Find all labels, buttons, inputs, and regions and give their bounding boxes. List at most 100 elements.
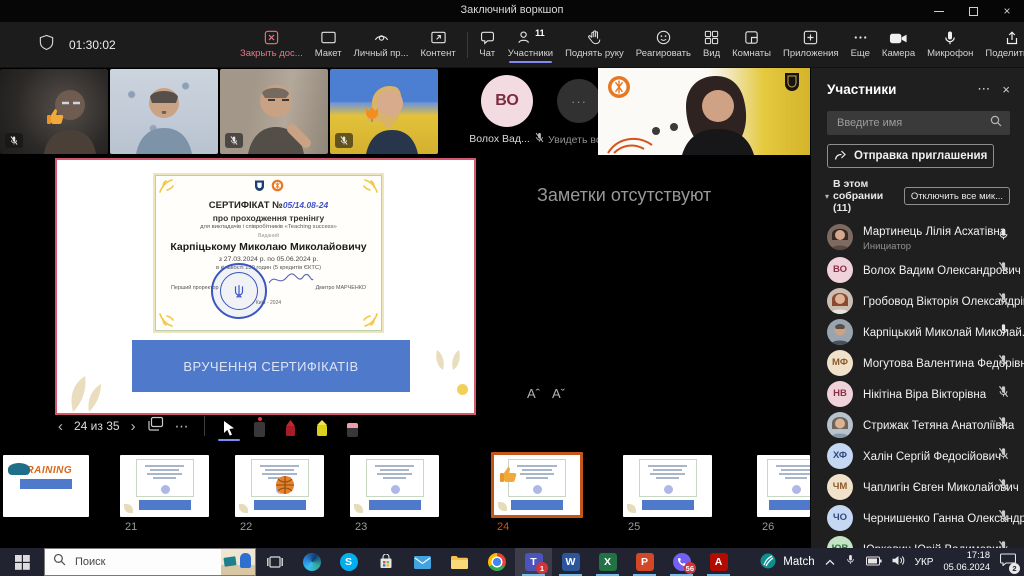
video-tile-3[interactable] xyxy=(220,69,328,154)
windows-taskbar: S T1 W X P 56 A Match УКР 17:18 05.06.20… xyxy=(0,548,1024,576)
windows-logo-icon xyxy=(15,555,30,570)
slide-thumbnail[interactable] xyxy=(120,455,209,517)
highlighter-tool[interactable] xyxy=(312,415,332,437)
font-decrease-button[interactable]: Aˇ xyxy=(552,386,565,401)
layout-button[interactable]: Макет xyxy=(309,26,348,63)
presenter-view-button[interactable]: Личный пр... xyxy=(348,26,415,63)
volume-icon[interactable] xyxy=(892,553,905,571)
signer-name: Дмитро МАРЧЕНКО xyxy=(316,285,366,291)
basketball-reaction-icon xyxy=(275,475,295,500)
participant-row[interactable]: Мартинець Лілія АсхатівнаИнициатор xyxy=(811,220,1024,254)
participant-search[interactable] xyxy=(827,111,1010,135)
minimize-button[interactable] xyxy=(922,0,956,22)
participants-panel: Участники ⋯ × Отправка приглашения ▾ В э… xyxy=(810,68,1024,548)
next-slide-button[interactable]: › xyxy=(131,418,136,435)
rooms-button[interactable]: Комнаты xyxy=(726,26,777,63)
participant-row[interactable]: ХФ Халін Сергій Федосійович xyxy=(811,440,1024,471)
raise-hand-button[interactable]: Поднять руку xyxy=(559,26,630,63)
previous-slide-button[interactable]: ‹ xyxy=(58,418,63,435)
slide-grid-button[interactable] xyxy=(147,416,164,437)
view-button[interactable]: Вид xyxy=(697,26,726,63)
close-button[interactable]: × xyxy=(990,0,1024,22)
stop-presenting-button[interactable]: Закрыть дос... xyxy=(234,26,309,63)
video-tile-4[interactable] xyxy=(330,69,438,154)
video-tile-1[interactable] xyxy=(0,69,108,154)
video-tile-2[interactable] xyxy=(110,69,218,154)
panel-close-button[interactable]: × xyxy=(1002,82,1010,97)
eraser-tool[interactable] xyxy=(343,415,363,437)
participant-row[interactable]: МФ Могутова Валентина Федорівна xyxy=(811,347,1024,378)
slide-thumbnail[interactable] xyxy=(235,455,324,517)
video-tile-spotlight[interactable] xyxy=(598,68,810,155)
tray-mic-icon[interactable] xyxy=(845,553,856,571)
participant-search-input[interactable] xyxy=(835,116,990,130)
thumbnail-banner xyxy=(511,500,563,510)
word-icon[interactable]: W xyxy=(552,548,589,576)
participant-row[interactable]: ЧО Чернишенко Ганна Олександрі... xyxy=(811,502,1024,533)
language-indicator[interactable]: УКР xyxy=(915,557,934,568)
tray-expand-icon[interactable] xyxy=(825,553,835,571)
skype-icon[interactable]: S xyxy=(330,548,367,576)
laser-pointer-tool[interactable] xyxy=(250,415,270,437)
taskbar-search[interactable] xyxy=(44,548,256,576)
action-center-button[interactable]: 2 xyxy=(1000,553,1016,571)
participants-button[interactable]: 11 Участники xyxy=(502,26,559,63)
powerpoint-icon[interactable]: P xyxy=(626,548,663,576)
store-icon[interactable] xyxy=(367,548,404,576)
participant-row[interactable]: Стрижак Тетяна Анатоліївна xyxy=(811,409,1024,440)
news-widget[interactable]: Match xyxy=(760,553,814,572)
participant-row[interactable]: Карпіцький Миколай Миколай... xyxy=(811,316,1024,347)
excel-icon[interactable]: X xyxy=(589,548,626,576)
decorative-dot xyxy=(457,384,468,395)
slide-thumbnail-selected[interactable] xyxy=(491,452,583,518)
acrobat-icon[interactable]: A xyxy=(700,548,737,576)
task-view-button[interactable] xyxy=(256,548,293,576)
mic-muted-icon xyxy=(997,509,1010,527)
participant-row[interactable]: Гробовод Вікторія Олександрів... xyxy=(811,285,1024,316)
slide-thumbnail[interactable] xyxy=(350,455,439,517)
viber-badge: 56 xyxy=(684,562,696,574)
participant-row[interactable]: НВ Нікітіна Віра Вікторівна xyxy=(811,378,1024,409)
thumbnail-image xyxy=(8,463,30,475)
clock[interactable]: 17:18 05.06.2024 xyxy=(943,550,990,573)
react-button[interactable]: Реагировать xyxy=(630,26,697,63)
share-button[interactable]: Поделиться xyxy=(979,27,1024,63)
camera-button[interactable]: Камера xyxy=(876,28,921,63)
cursor-tool[interactable] xyxy=(219,415,239,437)
font-increase-button[interactable]: Aˆ xyxy=(527,386,540,401)
avatar-initials: ВО xyxy=(827,257,853,283)
mute-all-button[interactable]: Отключить все мик... xyxy=(904,187,1010,205)
send-invite-button[interactable]: Отправка приглашения xyxy=(827,144,994,168)
taskbar-search-input[interactable] xyxy=(73,555,193,569)
participant-row[interactable]: ВО Волох Вадим Олександрович xyxy=(811,254,1024,285)
chat-button[interactable]: Чат xyxy=(473,26,502,63)
view-grid-icon xyxy=(703,29,720,46)
in-meeting-section-label: В этом собрании (11) xyxy=(833,178,904,214)
battery-icon[interactable] xyxy=(866,553,882,571)
start-button[interactable] xyxy=(0,548,44,576)
see-everyone-button[interactable]: ··· xyxy=(557,79,601,123)
pen-tool[interactable] xyxy=(281,415,301,437)
microphone-button[interactable]: Микрофон xyxy=(921,27,979,63)
panel-more-button[interactable]: ⋯ xyxy=(977,81,990,97)
certificate-title: СЕРТИФІКАТ №05/14.08-24 xyxy=(209,200,328,211)
participant-row[interactable]: ЧМ Чаплигін Євген Миколайович xyxy=(811,471,1024,502)
content-button[interactable]: Контент xyxy=(414,26,461,63)
slide-thumbnail[interactable]: TRAINING xyxy=(3,455,89,517)
chat-icon xyxy=(479,29,496,46)
file-explorer-icon[interactable] xyxy=(441,548,478,576)
viber-icon[interactable]: 56 xyxy=(663,548,700,576)
slide-number: 21 xyxy=(125,521,137,533)
slide-thumbnail[interactable] xyxy=(623,455,712,517)
maximize-button[interactable] xyxy=(956,0,990,22)
slide-more-button[interactable]: ⋯ xyxy=(175,418,190,435)
more-button[interactable]: Еще xyxy=(845,26,876,63)
section-caret-icon[interactable]: ▾ xyxy=(825,192,829,201)
mail-icon[interactable] xyxy=(404,548,441,576)
slide-thumbnail[interactable] xyxy=(757,455,810,517)
teams-icon[interactable]: T1 xyxy=(515,548,552,576)
participant-avatar-initials[interactable]: ВО xyxy=(481,75,533,127)
apps-button[interactable]: Приложения xyxy=(777,26,845,63)
edge-icon[interactable] xyxy=(293,548,330,576)
chrome-icon[interactable] xyxy=(478,548,515,576)
